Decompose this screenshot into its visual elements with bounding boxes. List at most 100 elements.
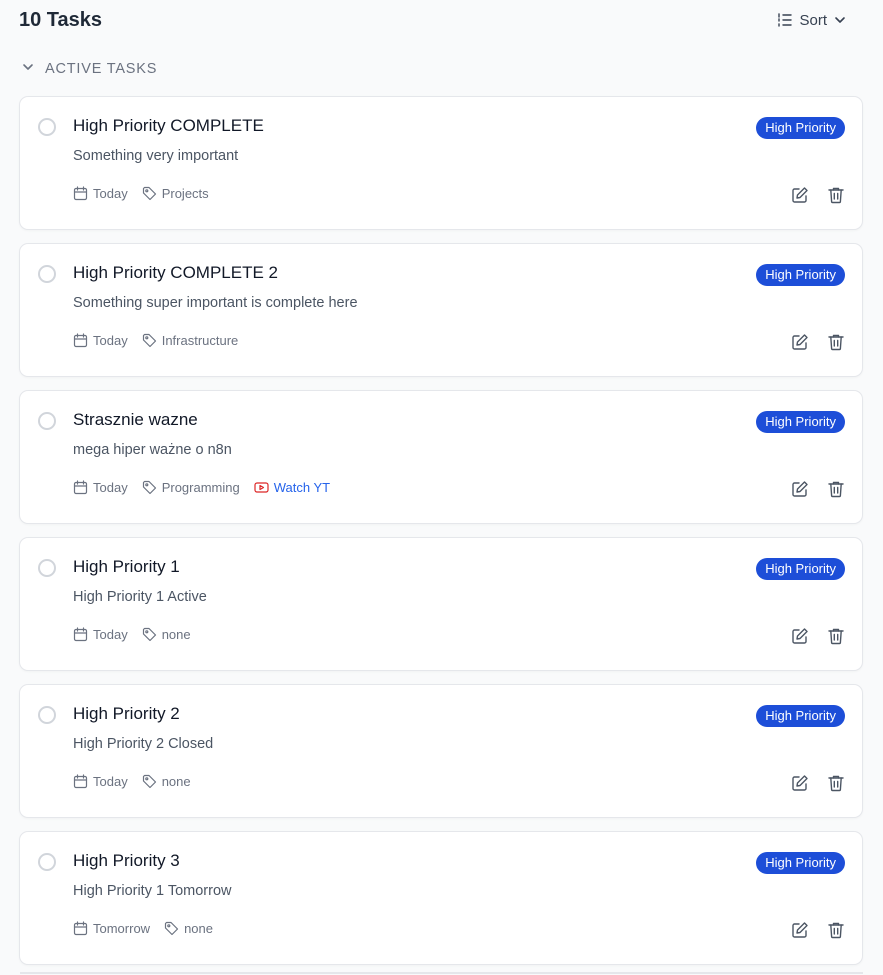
tag-label: none (184, 921, 213, 936)
task-description: High Priority 1 Tomorrow (73, 883, 232, 899)
section-toggle-active-tasks[interactable]: ACTIVE TASKS (19, 40, 863, 96)
page-header: 10 Tasks Sort (19, 0, 863, 40)
tag-icon (142, 186, 157, 201)
divider (20, 972, 863, 974)
task-actions (791, 186, 845, 204)
edit-button[interactable] (791, 627, 809, 645)
priority-badge: High Priority (756, 558, 845, 580)
task-actions (791, 480, 845, 498)
task-meta: Today none (73, 774, 191, 789)
trash-icon (827, 333, 845, 351)
youtube-icon (254, 480, 269, 495)
task-tag: Programming (142, 480, 240, 495)
task-title: High Priority COMPLETE 2 (73, 263, 278, 282)
chevron-down-icon (833, 13, 847, 27)
sort-button[interactable]: Sort (777, 12, 847, 29)
edit-button[interactable] (791, 921, 809, 939)
task-tag: Projects (142, 186, 209, 201)
task-page: 10 Tasks Sort ACTIVE TASKS High Priority… (0, 0, 883, 975)
delete-button[interactable] (827, 333, 845, 351)
tag-icon (142, 333, 157, 348)
task-title: High Priority 3 (73, 851, 180, 870)
edit-icon (791, 333, 809, 351)
delete-button[interactable] (827, 480, 845, 498)
task-list: High Priority COMPLETE Something very im… (19, 96, 863, 965)
priority-badge: High Priority (756, 705, 845, 727)
tag-label: Projects (161, 186, 209, 201)
task-card: High Priority 1 High Priority 1 Active H… (19, 537, 863, 671)
edit-icon (791, 480, 809, 498)
sort-label: Sort (799, 11, 827, 29)
due-date: Today (73, 333, 128, 348)
task-actions (791, 627, 845, 645)
task-description: Something super important is complete he… (73, 295, 358, 311)
tag-icon (142, 480, 157, 495)
due-date: Today (73, 186, 128, 201)
due-date-label: Tomorrow (93, 921, 151, 936)
complete-checkbox[interactable] (38, 118, 56, 136)
edit-button[interactable] (791, 186, 809, 204)
priority-badge: High Priority (756, 411, 845, 433)
task-card: High Priority 2 High Priority 2 Closed H… (19, 684, 863, 818)
due-date-label: Today (93, 186, 128, 201)
task-actions (791, 333, 845, 351)
priority-badge: High Priority (756, 264, 845, 286)
tag-label: Programming (161, 480, 240, 495)
task-actions (791, 774, 845, 792)
task-meta: Tomorrow none (73, 921, 213, 936)
due-date: Tomorrow (73, 921, 150, 936)
task-count-title: 10 Tasks (19, 8, 103, 31)
complete-checkbox[interactable] (38, 559, 56, 577)
task-tag: Infrastructure (142, 333, 239, 348)
calendar-icon (73, 186, 88, 201)
calendar-icon (73, 333, 88, 348)
complete-checkbox[interactable] (38, 706, 56, 724)
due-date-label: Today (93, 627, 128, 642)
task-tag: none (142, 774, 191, 789)
tag-label: Infrastructure (161, 333, 239, 348)
trash-icon (827, 627, 845, 645)
section-label: ACTIVE TASKS (45, 61, 158, 77)
task-card: High Priority 3 High Priority 1 Tomorrow… (19, 831, 863, 965)
edit-icon (791, 774, 809, 792)
edit-button[interactable] (791, 333, 809, 351)
priority-badge: High Priority (756, 852, 845, 874)
delete-button[interactable] (827, 774, 845, 792)
task-title: High Priority 2 (73, 704, 180, 723)
task-tag: none (164, 921, 213, 936)
edit-icon (791, 921, 809, 939)
delete-button[interactable] (827, 921, 845, 939)
task-card: High Priority COMPLETE Something very im… (19, 96, 863, 230)
task-meta: Today Programming Watch YT (73, 480, 330, 495)
sort-list-icon (777, 12, 793, 28)
task-card: Strasznie wazne mega hiper ważne o n8n H… (19, 390, 863, 524)
task-description: Something very important (73, 148, 239, 164)
due-date: Today (73, 480, 128, 495)
due-date: Today (73, 627, 128, 642)
tag-icon (142, 774, 157, 789)
task-card: High Priority COMPLETE 2 Something super… (19, 243, 863, 377)
youtube-link[interactable]: Watch YT (254, 480, 330, 495)
due-date-label: Today (93, 480, 128, 495)
task-description: High Priority 1 Active (73, 589, 207, 605)
calendar-icon (73, 921, 88, 936)
complete-checkbox[interactable] (38, 265, 56, 283)
task-title: Strasznie wazne (73, 410, 198, 429)
due-date-label: Today (93, 333, 128, 348)
trash-icon (827, 186, 845, 204)
task-meta: Today Projects (73, 186, 209, 201)
delete-button[interactable] (827, 186, 845, 204)
task-meta: Today none (73, 627, 191, 642)
edit-button[interactable] (791, 480, 809, 498)
task-tag: none (142, 627, 191, 642)
calendar-icon (73, 627, 88, 642)
delete-button[interactable] (827, 627, 845, 645)
complete-checkbox[interactable] (38, 412, 56, 430)
calendar-icon (73, 480, 88, 495)
due-date-label: Today (93, 774, 128, 789)
complete-checkbox[interactable] (38, 853, 56, 871)
task-title: High Priority COMPLETE (73, 116, 264, 135)
tag-icon (164, 921, 179, 936)
task-meta: Today Infrastructure (73, 333, 238, 348)
edit-button[interactable] (791, 774, 809, 792)
